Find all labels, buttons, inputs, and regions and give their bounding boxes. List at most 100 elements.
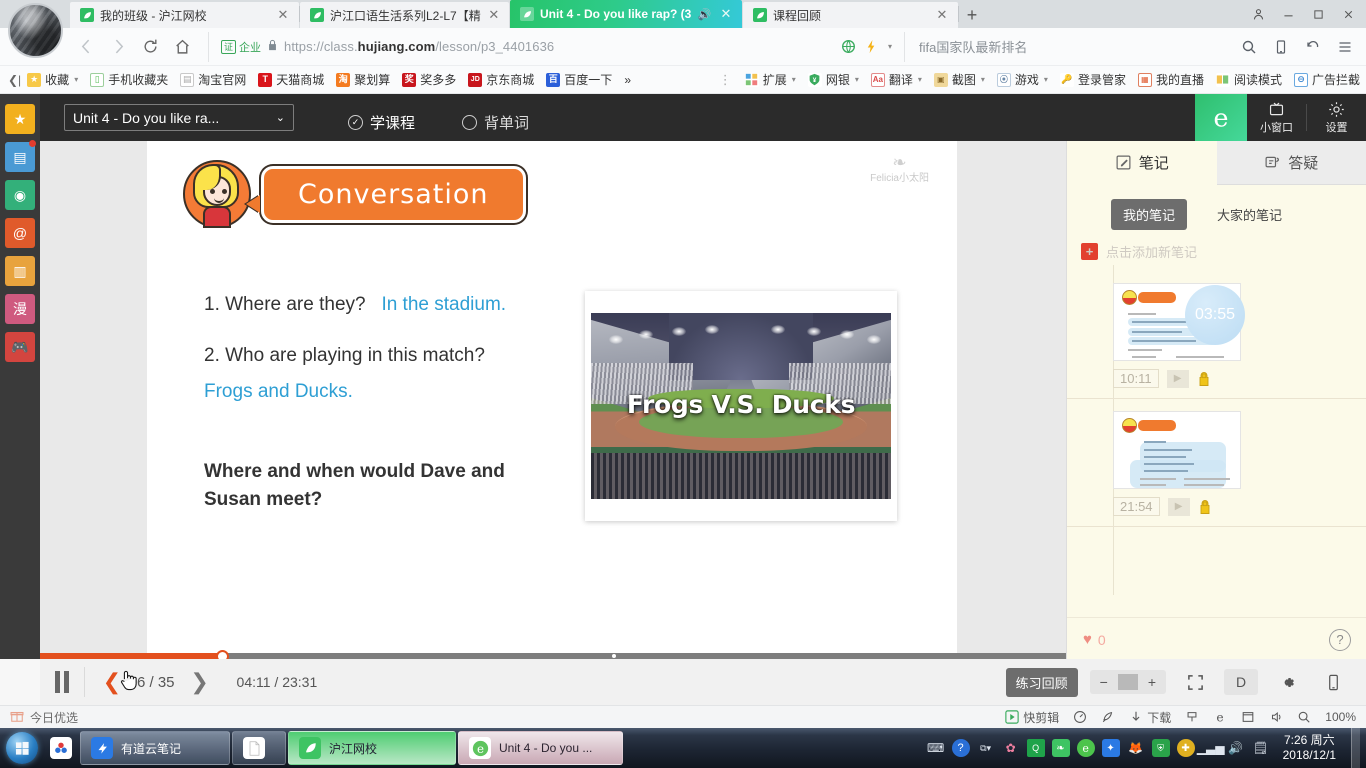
help-icon[interactable]: ? [951, 739, 970, 757]
address-bar[interactable]: 证 企业 https://class.hujiang.com/lesson/p3… [208, 31, 900, 62]
subtab-my-notes[interactable]: 我的笔记 [1111, 199, 1188, 230]
download-button[interactable]: 下载 [1129, 709, 1171, 726]
browser-tab[interactable]: 课程回顾 ✕ [743, 2, 958, 28]
speed-button[interactable] [1073, 710, 1087, 724]
note-item[interactable]: 21:54 ▶ [1067, 399, 1366, 527]
bookmark-item[interactable]: 百 百度一下 [540, 69, 618, 91]
user-account-icon[interactable] [1244, 3, 1272, 25]
browser-e-icon[interactable]: e [1076, 739, 1095, 757]
extension-item[interactable]: 🔑 登录管家 [1054, 69, 1132, 91]
mini-window-button[interactable]: 小窗口 [1247, 94, 1306, 141]
lock-icon[interactable] [1197, 371, 1211, 387]
add-button[interactable]: plus-icon [0, 659, 40, 705]
fox-icon[interactable]: 🦊 [1127, 739, 1145, 757]
tab-memorize-words[interactable]: 背单词 [462, 104, 529, 141]
chevron-down-icon[interactable]: ▾ [888, 42, 892, 51]
eye-icon[interactable]: ◉ [5, 180, 35, 210]
reload-button[interactable] [134, 31, 166, 63]
play-icon[interactable]: ▶ [1166, 369, 1189, 388]
question-circle-icon[interactable]: ? [1329, 628, 1351, 651]
volume-icon[interactable]: 🔊 [1227, 739, 1245, 757]
extension-item[interactable]: 阅读模式 [1210, 69, 1288, 91]
menu-icon[interactable] [1330, 32, 1360, 62]
bookmark-item[interactable]: 奖 奖多多 [396, 69, 462, 91]
lock-icon[interactable] [1198, 499, 1212, 515]
at-icon[interactable]: @ [5, 218, 35, 248]
extension-item[interactable]: Aa 翻译 ▾ [865, 69, 928, 91]
status-promo[interactable]: 今日优选 [0, 709, 78, 726]
star-icon[interactable]: ★ [5, 104, 35, 134]
settings-gear-button[interactable] [1270, 669, 1304, 695]
hujiang-leaf-icon[interactable]: ❧ [1051, 739, 1070, 757]
note-item[interactable]: 03:55 10:11 ▶ [1067, 271, 1366, 399]
lesson-selector[interactable]: Unit 4 - Do you like ra... ⌄ [64, 104, 294, 131]
taskbar-button-document[interactable] [232, 731, 286, 765]
extensions-drag-handle[interactable]: ⋮ [713, 72, 739, 88]
bookmark-item[interactable]: ▯ 手机收藏夹 [84, 69, 174, 91]
show-desktop-button[interactable] [1351, 728, 1360, 768]
dictionary-button[interactable]: D [1224, 669, 1258, 695]
subtab-everyone-notes[interactable]: 大家的笔记 [1205, 199, 1294, 230]
bookmarks-collapse-icon[interactable]: ❮| [0, 73, 21, 87]
kuaijianji-button[interactable]: 快剪辑 [1005, 709, 1059, 726]
taskbar-button-youdao[interactable]: 有道云笔记 [80, 731, 230, 765]
game-icon[interactable]: 🎮 [5, 332, 35, 362]
browser-e-icon[interactable]: e [1195, 94, 1247, 141]
taskbar-button-hujiang[interactable]: 沪江网校 [288, 731, 456, 765]
start-button[interactable] [2, 729, 42, 767]
taskbar-button-active-lesson[interactable]: e Unit 4 - Do you ... [458, 731, 623, 765]
bookmark-item[interactable]: 淘 聚划算 [330, 69, 396, 91]
mobile-view-icon[interactable] [1266, 32, 1296, 62]
chevron-down-icon[interactable]: ▾ [981, 75, 985, 84]
taskbar-clock[interactable]: 7:26 周六 2018/12/1 [1277, 733, 1344, 763]
signal-icon[interactable]: ▁▃▅ [1197, 739, 1225, 757]
book-icon[interactable]: ▥ [5, 256, 35, 286]
bookmark-item[interactable]: ▤ 淘宝官网 [174, 69, 252, 91]
pause-button[interactable] [40, 671, 84, 693]
browser-e-button[interactable]: e [1213, 710, 1227, 724]
note-thumbnail[interactable] [1113, 411, 1241, 489]
volume-button[interactable] [1269, 710, 1283, 724]
expand-icon[interactable]: ⧉▾ [977, 739, 995, 757]
settings-button[interactable]: 设置 [1307, 94, 1366, 141]
history-icon[interactable] [1298, 32, 1328, 62]
prev-slide-button[interactable]: ❮ [101, 669, 123, 695]
chevron-down-icon[interactable]: ▾ [792, 75, 796, 84]
search-button[interactable] [1297, 710, 1311, 724]
browser-tab[interactable]: 我的班级 - 沪江网校 ✕ [70, 2, 299, 28]
like-control[interactable]: ♥ 0 [1083, 631, 1106, 648]
bookmark-item[interactable]: JD 京东商城 [462, 69, 540, 91]
practice-review-button[interactable]: 练习回顾 [1005, 667, 1078, 697]
comic-icon[interactable]: 漫 [5, 294, 35, 324]
search-icon[interactable] [1234, 32, 1264, 62]
zoom-in-button[interactable]: + [1138, 670, 1166, 694]
mobile-button[interactable] [1316, 669, 1350, 695]
close-icon[interactable] [1334, 3, 1362, 25]
close-icon[interactable]: ✕ [487, 7, 501, 23]
tab-learn-course[interactable]: ✓ 学课程 [348, 104, 415, 145]
next-slide-button[interactable]: ❯ [189, 669, 211, 695]
maximize-icon[interactable] [1304, 3, 1332, 25]
close-icon[interactable]: ✕ [718, 6, 734, 22]
youdao-icon[interactable]: ✦ [1101, 739, 1120, 757]
plus-shield-icon[interactable]: ✚ [1176, 739, 1195, 757]
new-tab-button[interactable]: + [959, 2, 985, 28]
chevron-down-icon[interactable]: ▾ [1044, 75, 1048, 84]
chevron-down-icon[interactable]: ▾ [855, 75, 859, 84]
extension-item[interactable]: ⊖ 广告拦截 [1288, 69, 1366, 91]
add-note-button[interactable]: + 点击添加新笔记 [1067, 230, 1366, 261]
flag-button[interactable] [1185, 710, 1199, 724]
avatar[interactable] [8, 3, 63, 58]
quick-launch-item[interactable] [44, 730, 78, 766]
bookmark-item[interactable]: T 天猫商城 [252, 69, 330, 91]
speed-boost-icon[interactable] [864, 39, 879, 54]
notification-icon[interactable]: 🗒 [1252, 739, 1270, 757]
extension-item[interactable]: ▣ 截图 ▾ [928, 69, 991, 91]
flower-icon[interactable]: ✿ [1002, 739, 1020, 757]
window-button[interactable] [1241, 710, 1255, 724]
extension-item[interactable]: ⦿ 游戏 ▾ [991, 69, 1054, 91]
close-icon[interactable]: ✕ [934, 7, 950, 23]
forward-button[interactable] [102, 31, 134, 63]
home-button[interactable] [166, 31, 198, 63]
keyboard-icon[interactable]: ⌨ [927, 739, 945, 757]
